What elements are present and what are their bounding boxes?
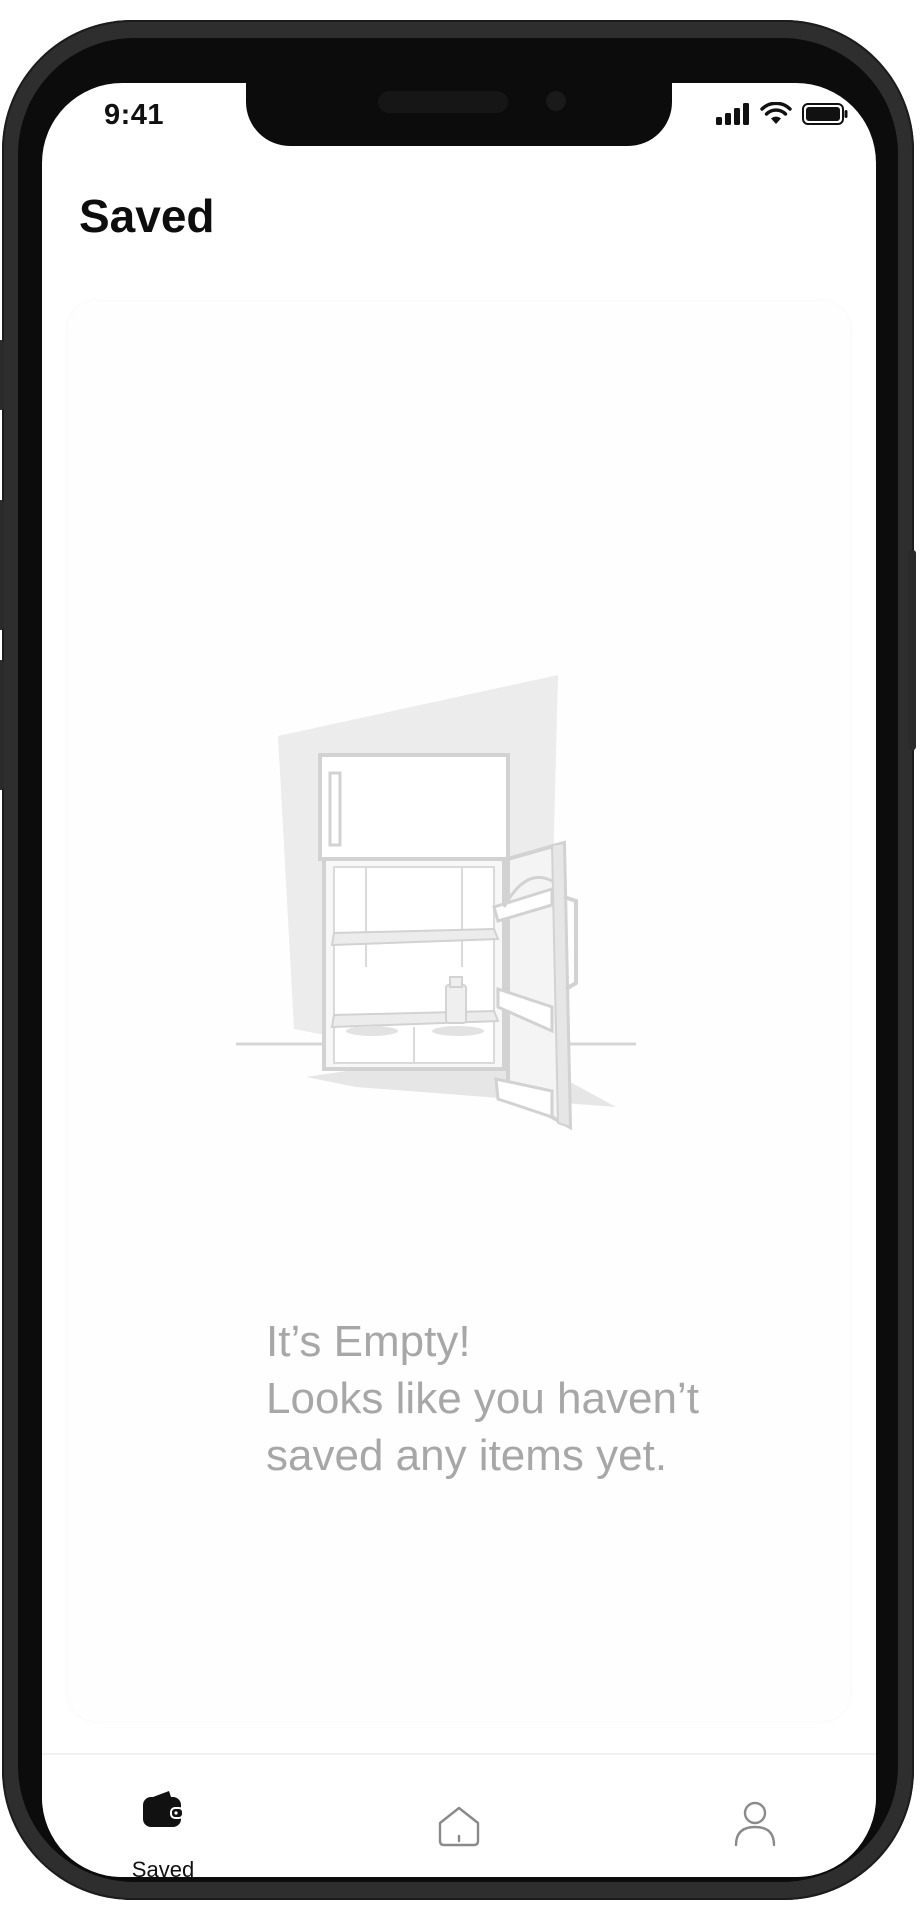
side-button-volume-up bbox=[0, 500, 4, 630]
side-button-power bbox=[908, 550, 916, 750]
page-title: Saved bbox=[79, 190, 215, 242]
phone-screen: 9:41 Saved It’s Empty! Looks like you ha… bbox=[42, 83, 876, 1877]
phone-bezel: 9:41 Saved It’s Empty! Looks like you ha… bbox=[18, 38, 898, 1882]
wifi-icon bbox=[760, 102, 792, 124]
empty-state-message: It’s Empty! Looks like you haven’t saved… bbox=[266, 1313, 786, 1484]
speaker-grille bbox=[378, 91, 508, 113]
status-icons bbox=[716, 102, 848, 126]
empty-state-line-2: Looks like you haven’t bbox=[266, 1374, 699, 1423]
tab-saved-label: Saved bbox=[131, 1857, 195, 1877]
tab-profile[interactable] bbox=[680, 1755, 830, 1877]
tab-home[interactable] bbox=[384, 1755, 534, 1877]
status-time: 9:41 bbox=[104, 99, 165, 131]
battery-icon bbox=[802, 103, 848, 125]
profile-icon bbox=[734, 1801, 776, 1847]
empty-state-line-3: saved any items yet. bbox=[266, 1431, 668, 1480]
empty-fridge-illustration bbox=[236, 675, 636, 1131]
home-icon bbox=[438, 1806, 480, 1847]
side-button-silent bbox=[0, 340, 4, 410]
empty-state-title: It’s Empty! bbox=[266, 1317, 471, 1366]
tab-bar: Saved bbox=[42, 1753, 876, 1877]
front-camera bbox=[546, 91, 566, 111]
side-button-volume-down bbox=[0, 660, 4, 790]
tab-saved[interactable]: Saved bbox=[88, 1755, 238, 1877]
signal-icon bbox=[716, 103, 749, 125]
notch bbox=[246, 83, 672, 146]
wallet-icon bbox=[143, 1791, 184, 1827]
phone-frame: 9:41 Saved It’s Empty! Looks like you ha… bbox=[0, 20, 916, 1900]
